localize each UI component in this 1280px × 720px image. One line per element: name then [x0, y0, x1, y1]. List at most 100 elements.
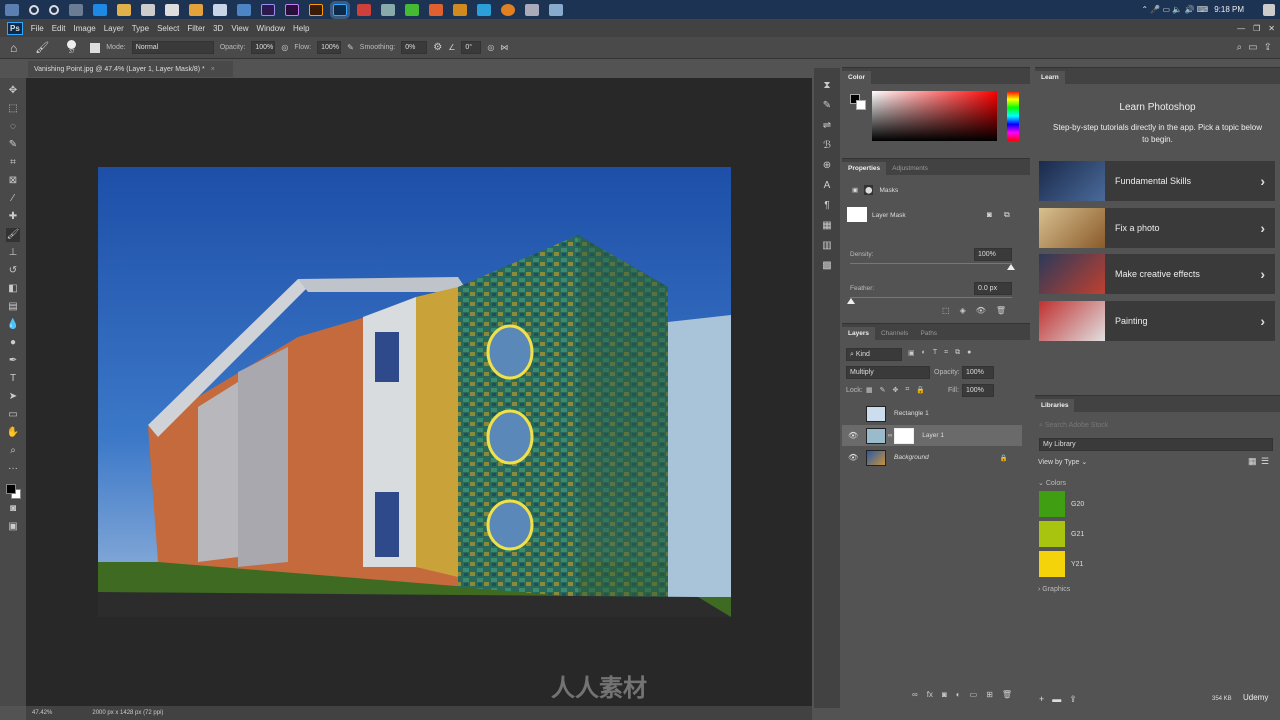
blur-tool-icon[interactable]: 💧 [6, 318, 20, 332]
layer-mask-thumbnail[interactable] [894, 427, 915, 444]
pressure-size-icon[interactable]: ◎ [487, 43, 494, 52]
brushes-icon[interactable]: ℬ [821, 140, 833, 152]
paragraph-icon[interactable]: ¶ [821, 200, 833, 212]
quick-select-tool-icon[interactable]: ✎ [6, 138, 20, 152]
menu-layer[interactable]: Layer [104, 24, 124, 33]
app-icon[interactable] [549, 3, 563, 16]
tab-layers[interactable]: Layers [842, 327, 875, 340]
clock[interactable]: 9:18 PM [1214, 5, 1244, 14]
file-explorer-icon[interactable] [117, 3, 131, 16]
screen-mode-icon[interactable]: ▣ [6, 520, 20, 534]
opacity-field[interactable]: 100% [251, 41, 276, 54]
gradients-icon[interactable]: ▥ [821, 240, 833, 252]
lock-position-icon[interactable]: ✥ [893, 386, 899, 394]
hand-tool-icon[interactable]: ✋ [6, 426, 20, 440]
lasso-tool-icon[interactable]: ◌ [6, 120, 20, 134]
play-icon[interactable] [477, 3, 491, 16]
app-icon[interactable] [501, 3, 515, 16]
frame-tool-icon[interactable]: ⊠ [6, 174, 20, 188]
learn-topic-fix-a-photo[interactable]: Fix a photo › [1039, 208, 1275, 248]
notepad-icon[interactable] [213, 3, 227, 16]
document-canvas-image[interactable] [98, 167, 731, 617]
path-select-icon[interactable]: ➤ [6, 390, 20, 404]
fx-icon[interactable]: fx [927, 690, 933, 699]
eyedropper-tool-icon[interactable]: ⁄ [6, 192, 20, 206]
apply-mask-icon[interactable]: ◈ [960, 306, 966, 315]
brush-tool-icon[interactable]: 🖌 [35, 41, 49, 54]
canvas-area[interactable]: 人人素材 [26, 78, 812, 706]
view-by-type-dropdown[interactable]: View by Type ⌄ [1038, 458, 1087, 466]
store-icon[interactable] [141, 3, 155, 16]
chrome-icon[interactable] [189, 3, 203, 16]
fill-field[interactable]: 100% [962, 384, 994, 397]
new-layer-icon[interactable]: ⊞ [986, 690, 993, 699]
camtasia-icon[interactable] [405, 3, 419, 16]
feather-slider[interactable] [850, 297, 1012, 298]
link-layers-icon[interactable]: ∞ [912, 690, 918, 699]
search-icon[interactable]: ⌕ [1237, 42, 1243, 53]
gear-icon[interactable]: ⚙ [433, 42, 442, 53]
filter-adjustment-icon[interactable]: ◐ [922, 349, 926, 357]
app-icon[interactable] [237, 3, 251, 16]
new-group-icon[interactable]: ▭ [970, 690, 978, 699]
marquee-tool-icon[interactable]: ⬚ [6, 102, 20, 116]
premiere-icon[interactable] [285, 3, 299, 16]
tab-color[interactable]: Color [842, 71, 871, 84]
task-view-icon[interactable] [69, 3, 83, 16]
eye-icon[interactable]: 👁 [848, 431, 860, 440]
tab-properties[interactable]: Properties [842, 162, 887, 175]
history-icon[interactable]: ⧗ [821, 80, 833, 92]
feather-slider-handle[interactable] [847, 294, 855, 304]
restore-button[interactable]: ❐ [1253, 24, 1260, 33]
symmetry-icon[interactable]: ⋈ [500, 43, 508, 52]
app-icon[interactable] [429, 3, 443, 16]
adjustments-icon[interactable]: ⇌ [821, 120, 833, 132]
background-color-swatch[interactable] [856, 100, 866, 110]
menu-image[interactable]: Image [73, 24, 95, 33]
lock-transparent-icon[interactable]: ▦ [866, 386, 873, 394]
tab-libraries[interactable]: Libraries [1035, 399, 1075, 412]
filter-smart-icon[interactable]: ⧉ [955, 349, 960, 357]
blend-mode-select[interactable]: Multiply [846, 366, 930, 379]
delete-mask-icon[interactable]: 🗑 [996, 306, 1006, 315]
close-button[interactable]: ✕ [1268, 24, 1275, 33]
link-icon[interactable]: ∞ [888, 433, 892, 439]
menu-view[interactable]: View [231, 24, 248, 33]
layer-row-selected[interactable]: 👁 ∞ Layer 1 [842, 425, 1022, 446]
add-vector-mask-icon[interactable]: ⧉ [1004, 210, 1010, 220]
more-tools-icon[interactable]: ··· [6, 462, 20, 476]
smoothing-field[interactable]: 0% [401, 41, 428, 54]
lock-pixels-icon[interactable]: ✎ [880, 386, 886, 394]
quick-mask-icon[interactable]: ◙ [6, 502, 20, 516]
hue-slider[interactable] [1007, 91, 1019, 141]
angle-field[interactable]: 0° [461, 41, 482, 54]
eye-icon[interactable]: 👁 [848, 453, 860, 462]
cortana-icon[interactable] [49, 4, 59, 15]
delete-layer-icon[interactable]: 🗑 [1002, 690, 1012, 699]
pressure-opacity-icon[interactable]: ◎ [281, 43, 288, 52]
color-swatches[interactable] [4, 482, 22, 500]
zoom-level[interactable]: 47.42% [32, 710, 52, 716]
menu-filter[interactable]: Filter [187, 24, 205, 33]
layer-name[interactable]: Background [894, 454, 1000, 461]
filter-kind-select[interactable]: ⌕ Kind [846, 348, 902, 361]
filter-shape-icon[interactable]: ⌗ [944, 349, 948, 357]
vector-mask-icon[interactable]: ⬤ [864, 185, 874, 195]
tab-channels[interactable]: Channels [875, 327, 914, 340]
foreground-color-swatch[interactable] [6, 484, 16, 494]
library-color-swatch[interactable] [1039, 491, 1065, 517]
search-icon[interactable] [29, 4, 39, 15]
document-tab[interactable]: Vanishing Point.jpg @ 47.4% (Layer 1, La… [28, 61, 233, 77]
patterns-icon[interactable]: ▩ [821, 260, 833, 272]
layer-opacity-field[interactable]: 100% [962, 366, 994, 379]
start-icon[interactable] [5, 3, 19, 16]
minimize-button[interactable]: — [1237, 24, 1245, 33]
photoshop-taskbar-icon[interactable] [330, 0, 350, 19]
brush-settings-icon[interactable] [90, 42, 101, 53]
menu-type[interactable]: Type [132, 24, 149, 33]
filter-pixel-icon[interactable]: ▣ [908, 349, 915, 357]
mode-select[interactable]: Normal [131, 41, 214, 54]
upload-icon[interactable]: ⇪ [1069, 694, 1077, 705]
dodge-tool-icon[interactable]: ● [6, 336, 20, 350]
airbrush-icon[interactable]: ✎ [347, 43, 354, 52]
